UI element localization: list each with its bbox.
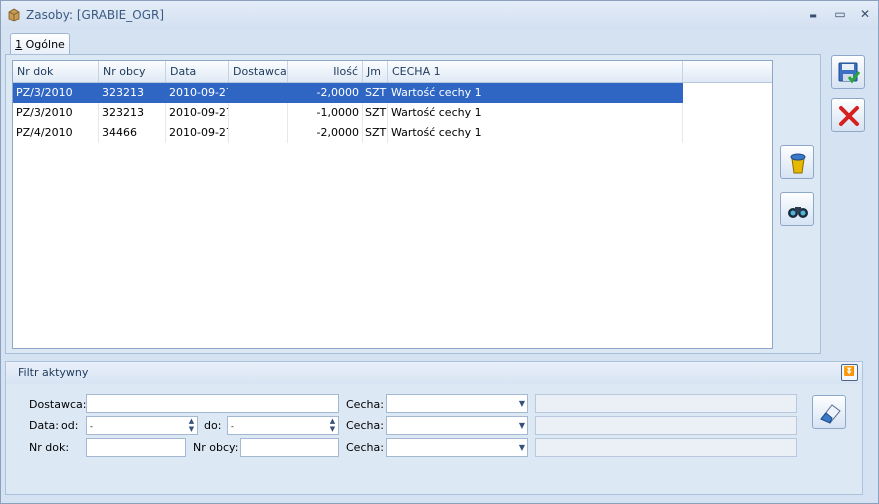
cecha-select-3[interactable]: ▼ <box>386 438 528 457</box>
nr-obcy-input[interactable] <box>240 438 339 457</box>
nr-dok-label: Nr dok: <box>29 441 70 454</box>
cell-ilosc: -2,0000 <box>288 123 363 143</box>
title-bar: Zasoby: [GRABIE_OGR] ▬ ▭ ✕ <box>1 1 878 29</box>
cell-nr-dok: PZ/4/2010 <box>13 123 99 143</box>
cell-data: 2010-09-27 <box>166 83 229 103</box>
nr-obcy-label: Nr obcy: <box>193 441 239 454</box>
cell-jm: SZT <box>363 123 388 143</box>
cell-nr-dok: PZ/3/2010 <box>13 103 99 123</box>
chevron-down-icon: ▼ <box>518 421 525 430</box>
date-from-spinner[interactable]: ▲ ▼ <box>187 417 196 434</box>
binoculars-icon <box>788 207 808 218</box>
minimize-button[interactable]: ▬ <box>804 6 822 22</box>
column-header-nr-dok[interactable]: Nr dok <box>13 61 99 82</box>
column-header-ilosc[interactable]: Ilość <box>288 61 363 82</box>
data-label: Data: <box>29 419 59 432</box>
cecha-value-3 <box>535 438 797 457</box>
cell-data: 2010-09-27 <box>166 103 229 123</box>
cecha-label-1: Cecha: <box>346 398 384 411</box>
column-header-nr-obcy[interactable]: Nr obcy <box>99 61 166 82</box>
close-x-icon <box>839 106 859 126</box>
box-icon <box>8 8 20 22</box>
cell-dostawca <box>229 83 288 103</box>
dostawca-input[interactable] <box>86 394 339 413</box>
cell-cecha-1: Wartość cechy 1 <box>388 103 683 123</box>
dostawca-label: Dostawca: <box>29 398 87 411</box>
cecha-select-2[interactable]: ▼ <box>386 416 528 435</box>
cecha-label-2: Cecha: <box>346 419 384 432</box>
search-button[interactable] <box>780 192 814 226</box>
close-button[interactable]: ✕ <box>856 6 874 22</box>
cell-dostawca <box>229 103 288 123</box>
window-title: Zasoby: [GRABIE_OGR] <box>26 8 165 22</box>
filter-title: Filtr aktywny <box>18 366 89 379</box>
close-icon: ✕ <box>859 7 871 21</box>
maximize-button[interactable]: ▭ <box>831 6 849 22</box>
table-row[interactable]: PZ/4/2010 34466 2010-09-27 -2,0000 SZT W… <box>13 123 683 143</box>
cell-cecha-1: Wartość cechy 1 <box>388 123 683 143</box>
table-row[interactable]: PZ/3/2010 323213 2010-09-27 -1,0000 SZT … <box>13 103 683 123</box>
date-to-input[interactable]: - ▲ ▼ <box>227 416 339 435</box>
cell-nr-obcy: 323213 <box>99 83 166 103</box>
cell-nr-obcy: 323213 <box>99 103 166 123</box>
collapse-filter-button[interactable]: ⏬ <box>841 364 858 381</box>
chevron-double-down-icon: ⏬ <box>843 367 856 377</box>
chevron-down-icon: ▼ <box>518 443 525 452</box>
cell-ilosc: -1,0000 <box>288 103 363 123</box>
filter-header: Filtr aktywny ⏬ <box>5 361 863 385</box>
save-button[interactable] <box>831 55 865 89</box>
column-header-cecha-1[interactable]: CECHA 1 <box>388 61 683 82</box>
do-label: do: <box>204 419 222 432</box>
delete-button[interactable] <box>780 145 814 179</box>
cell-ilosc: -2,0000 <box>288 83 363 103</box>
chevron-down-icon: ▼ <box>518 399 525 408</box>
cecha-select-1[interactable]: ▼ <box>386 394 528 413</box>
column-header-data[interactable]: Data <box>166 61 229 82</box>
column-header-jm[interactable]: Jm <box>363 61 388 82</box>
cell-jm: SZT <box>363 83 388 103</box>
cancel-button[interactable] <box>831 98 865 132</box>
trash-bin-icon <box>790 153 806 174</box>
cell-nr-obcy: 34466 <box>99 123 166 143</box>
date-to-value: - <box>231 422 234 431</box>
maximize-icon: ▭ <box>834 7 846 21</box>
od-label: od: <box>61 419 79 432</box>
cell-data: 2010-09-27 <box>166 123 229 143</box>
clear-filter-button[interactable] <box>812 395 846 429</box>
resources-grid[interactable]: Nr dok Nr obcy Data Dostawca Ilość Jm CE… <box>12 60 773 349</box>
date-to-spinner[interactable]: ▲ ▼ <box>328 417 337 434</box>
tab-label: Ogólne <box>22 38 65 51</box>
save-icon <box>838 62 861 84</box>
table-row[interactable]: PZ/3/2010 323213 2010-09-27 -2,0000 SZT … <box>13 83 683 103</box>
cell-cecha-1: Wartość cechy 1 <box>388 83 683 103</box>
date-from-value: - <box>90 422 93 431</box>
tab-ogolne[interactable]: 1 Ogólne <box>10 33 70 55</box>
cecha-label-3: Cecha: <box>346 441 384 454</box>
minimize-icon: ▬ <box>809 11 817 20</box>
cecha-value-2 <box>535 416 797 435</box>
nr-dok-input[interactable] <box>86 438 186 457</box>
date-from-input[interactable]: - ▲ ▼ <box>86 416 198 435</box>
cell-dostawca <box>229 123 288 143</box>
cell-jm: SZT <box>363 103 388 123</box>
eraser-icon <box>820 404 841 424</box>
column-header-dostawca[interactable]: Dostawca <box>229 61 288 82</box>
cecha-value-1 <box>535 394 797 413</box>
cell-nr-dok: PZ/3/2010 <box>13 83 99 103</box>
grid-header: Nr dok Nr obcy Data Dostawca Ilość Jm CE… <box>13 61 772 83</box>
